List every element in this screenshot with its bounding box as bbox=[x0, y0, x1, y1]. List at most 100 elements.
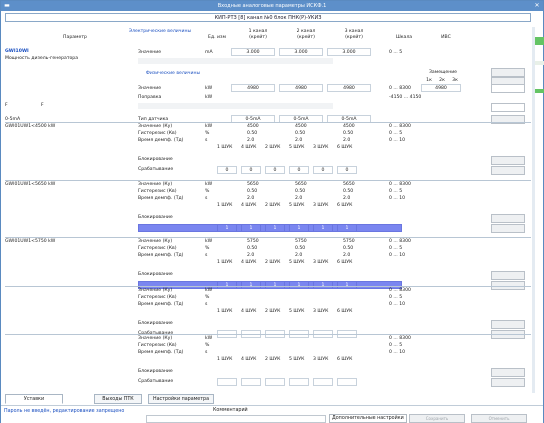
row-label: Гистерезис (Кв) bbox=[138, 295, 177, 300]
param-name: GWI10WI bbox=[5, 49, 29, 54]
section-divider bbox=[5, 180, 531, 181]
tab-setpoints[interactable]: Уставки bbox=[5, 394, 63, 404]
shuk-label: 2 ШУК bbox=[265, 203, 281, 208]
row-value: 0.50 bbox=[295, 246, 306, 251]
row-scale: 0 ... 8300 bbox=[389, 239, 411, 244]
row-value: 0.50 bbox=[295, 131, 306, 136]
row-value: 2.0 bbox=[295, 196, 303, 201]
trigger-cell: 0 bbox=[337, 166, 357, 174]
section-divider bbox=[5, 237, 531, 238]
row-scale: 0 ... 8300 bbox=[389, 124, 411, 129]
trigger-cell: 1 bbox=[241, 281, 261, 289]
shuk-label: 6 ШУК bbox=[337, 357, 353, 362]
flag-f: F bbox=[5, 103, 8, 108]
param-description: Мощность дизель-генератора bbox=[5, 56, 79, 61]
trigger-cell: 0 bbox=[313, 166, 333, 174]
phys-unit: kW bbox=[205, 86, 213, 91]
ch2-column-header: 2 канал (крейт) bbox=[296, 29, 316, 40]
row-scale: 0 ... 5 bbox=[389, 131, 403, 136]
section-name: GWI01UW1<5650 kW bbox=[5, 182, 56, 187]
action-button[interactable] bbox=[491, 68, 525, 77]
vertical-scrollbar[interactable] bbox=[532, 27, 535, 393]
action-button[interactable] bbox=[491, 84, 525, 93]
unit-value: mA bbox=[205, 50, 213, 55]
side-indicator bbox=[535, 61, 544, 65]
shuk-label: 5 ШУК bbox=[289, 145, 305, 150]
phys-scale: 0 ... 8300 bbox=[389, 86, 411, 91]
row-label: Значение (Ку) bbox=[138, 288, 173, 293]
ch1-column-header: 1 канал (крейт) bbox=[248, 29, 268, 40]
row-label: Гистерезис (Кв) bbox=[138, 131, 177, 136]
cancel-button[interactable]: Отменить bbox=[471, 414, 527, 423]
window-menu-icon[interactable]: ▬ bbox=[3, 2, 11, 10]
phys-value-cell: 4980 bbox=[327, 84, 371, 92]
replace-label: Замещение bbox=[428, 70, 458, 75]
row-value: 2.0 bbox=[295, 138, 303, 143]
row-unit: s bbox=[205, 196, 208, 201]
block-label: Блокирование bbox=[138, 369, 173, 374]
row-value: 2.0 bbox=[295, 253, 303, 258]
row-unit: kW bbox=[205, 182, 213, 187]
section-divider bbox=[5, 286, 531, 287]
trigger-cell: 1 bbox=[313, 224, 333, 232]
action-button[interactable] bbox=[491, 271, 525, 280]
trigger-cell: 1 bbox=[265, 281, 285, 289]
action-button[interactable] bbox=[491, 368, 525, 377]
ivs-column-header: ИВС bbox=[441, 35, 451, 40]
shuk-label: 3 ШУК bbox=[313, 145, 329, 150]
shuk-label: 4 ШУК bbox=[241, 145, 257, 150]
row-scale: 0 ... 5 bbox=[389, 343, 403, 348]
shuk-label: 3 ШУК bbox=[313, 309, 329, 314]
row-value: 0.50 bbox=[343, 189, 354, 194]
shuk-label: 6 ШУК bbox=[337, 260, 353, 265]
shuk-label: 6 ШУК bbox=[337, 309, 353, 314]
extra-settings-button[interactable]: Дополнительные настройки bbox=[329, 414, 407, 423]
row-label: Значение (Ку) bbox=[138, 239, 173, 244]
scale-value: 0 ... 5 bbox=[389, 50, 403, 55]
trigger-cell bbox=[265, 378, 285, 386]
shuk-label: 2 ШУК bbox=[265, 357, 281, 362]
action-button[interactable] bbox=[491, 378, 525, 387]
block-label: Блокирование bbox=[138, 272, 173, 277]
action-button[interactable] bbox=[491, 156, 525, 165]
shuk-label: 2 ШУК bbox=[265, 145, 281, 150]
section-name: GWI01UW1<4500 kW bbox=[5, 124, 56, 129]
ch3-column-header: 3 канал (крейт) bbox=[344, 29, 364, 40]
shuk-label: 1 ШУК bbox=[217, 309, 233, 314]
row-label: Время демпф. (Тд) bbox=[138, 138, 184, 143]
trigger-cell: 1 bbox=[265, 224, 285, 232]
replace-col: 1к bbox=[426, 78, 432, 83]
channel-header: КИП-РТЗ [8] канал №0 блок ПНК(Р)-УКИЗ bbox=[5, 13, 531, 22]
shuk-label: 1 ШУК bbox=[217, 145, 233, 150]
ivs-value[interactable]: 4980 bbox=[421, 84, 461, 92]
parameter-table: Параметр Электрические величины Ед. изм 1 к… bbox=[5, 25, 531, 393]
row-value: 5750 bbox=[247, 239, 259, 244]
trigger-cell: 1 bbox=[217, 281, 237, 289]
shuk-label: 5 ШУК bbox=[289, 260, 305, 265]
save-button[interactable]: Сохранить bbox=[409, 414, 465, 423]
row-unit: kW bbox=[205, 124, 213, 129]
action-button[interactable] bbox=[491, 320, 525, 329]
row-scale: 0 ... 10 bbox=[389, 350, 406, 355]
tab-param-settings[interactable]: Настройки параметра bbox=[148, 394, 214, 404]
action-button[interactable] bbox=[491, 224, 525, 233]
action-button[interactable] bbox=[491, 166, 525, 175]
row-unit: % bbox=[205, 343, 210, 348]
comment-input[interactable] bbox=[146, 415, 326, 423]
tab-ptk-outputs[interactable]: Выходы ПТК bbox=[94, 394, 142, 404]
replace-col: 3к bbox=[452, 78, 458, 83]
row-value: 2.0 bbox=[343, 138, 351, 143]
shuk-label: 3 ШУК bbox=[313, 260, 329, 265]
row-value: 5750 bbox=[295, 239, 307, 244]
row-unit: % bbox=[205, 189, 210, 194]
shuk-label: 2 ШУК bbox=[265, 260, 281, 265]
row-label: Время демпф. (Тд) bbox=[138, 196, 184, 201]
trigger-cell: 1 bbox=[289, 224, 309, 232]
action-button[interactable] bbox=[491, 103, 525, 112]
row-value: 0.50 bbox=[295, 189, 306, 194]
row-value: 5750 bbox=[343, 239, 355, 244]
close-icon[interactable]: ✕ bbox=[533, 2, 541, 10]
replace-col: 2к bbox=[439, 78, 445, 83]
action-button[interactable] bbox=[491, 214, 525, 223]
shuk-label: 4 ШУК bbox=[241, 260, 257, 265]
